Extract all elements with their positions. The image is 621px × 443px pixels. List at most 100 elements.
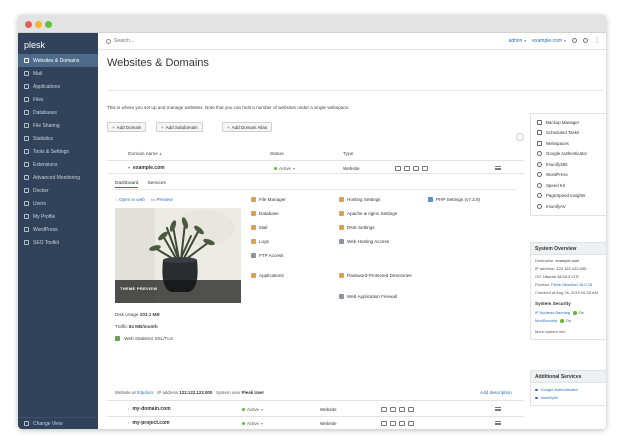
system-overview-header[interactable]: System Overview▴: [531, 243, 606, 255]
sidebar-item-tools-settings[interactable]: Tools & Settings: [18, 145, 98, 158]
sidebar-item-my-profile[interactable]: My Profile: [18, 210, 98, 223]
user-menu[interactable]: admin ▾: [509, 38, 527, 44]
sidebar-item-websites-domains[interactable]: Websites & Domains: [18, 54, 98, 67]
backup-icon[interactable]: [408, 407, 414, 412]
tool-logs[interactable]: Logs: [251, 239, 269, 245]
additional-service-item[interactable]: Google Authenticator: [531, 386, 606, 394]
tool-apache-nginx[interactable]: Apache & nginx Settings: [339, 211, 397, 217]
backup-icon[interactable]: [422, 166, 428, 171]
tool-password-protected[interactable]: Password-Protected Directories: [339, 273, 419, 279]
add-domain-button[interactable]: + Add Domain: [107, 122, 147, 132]
maximize-window-icon[interactable]: [45, 21, 52, 28]
mail-icon[interactable]: [404, 166, 410, 171]
domain-row-name[interactable]: › my-project.com: [128, 420, 170, 426]
tool-wordpress[interactable]: WordPress: [531, 170, 606, 181]
sidebar-item-mail[interactable]: Mail: [18, 67, 98, 80]
apps-icon: [24, 84, 29, 89]
tool-label: Scheduled Tasks: [546, 130, 580, 136]
mail-icon[interactable]: [390, 421, 396, 426]
web-statistics-ssl-link[interactable]: Web Statistics SSL/TLS: [115, 336, 173, 342]
sidebar-item-docker[interactable]: Docker: [18, 184, 98, 197]
tool-imunifyav[interactable]: ImunifyAV: [531, 201, 606, 212]
sidebar-item-files[interactable]: Files: [18, 93, 98, 106]
status-badge[interactable]: Active ▾: [274, 166, 295, 171]
ip-value: 122.122.122.000: [179, 390, 213, 395]
sidebar-item-users[interactable]: Users: [18, 197, 98, 210]
tool-php-settings[interactable]: PHP Settings (v7.3.8): [428, 197, 480, 203]
status-badge[interactable]: Active ▾: [242, 407, 263, 412]
tool-logs-label: Logs: [259, 239, 269, 244]
ip-banning-link[interactable]: IP Address Banning: [535, 310, 570, 315]
sidebar-nav: Websites & Domains Mail Applications Files D…: [18, 54, 98, 249]
tool-google-authenticator[interactable]: Google Authenticator: [531, 149, 606, 160]
database-icon[interactable]: [399, 421, 405, 426]
more-icon[interactable]: ⋮: [594, 37, 600, 44]
sidebar-item-statistics[interactable]: Statistics: [18, 132, 98, 145]
add-subdomain-button[interactable]: + Add Subdomain: [156, 122, 203, 132]
backup-icon[interactable]: [408, 421, 414, 426]
subscription-menu[interactable]: example.com ▾: [532, 38, 566, 44]
tab-dashboard[interactable]: Dashboard: [115, 181, 139, 188]
plus-icon: +: [227, 124, 230, 130]
open-in-web-link[interactable]: ◌ Open in web: [115, 197, 145, 203]
sidebar-item-applications[interactable]: Applications: [18, 80, 98, 93]
tool-mail[interactable]: Mail: [251, 225, 267, 231]
list-settings-gear-icon[interactable]: [516, 133, 524, 141]
tool-backup-manager[interactable]: Backup Manager: [531, 117, 606, 128]
tool-hosting-settings[interactable]: Hosting Settings: [339, 197, 380, 203]
column-type[interactable]: Type: [343, 152, 353, 157]
os-label: OS:: [535, 274, 542, 279]
additional-service-item[interactable]: ImunifyAV: [531, 394, 606, 402]
modsecurity-link[interactable]: ModSecurity: [535, 318, 557, 323]
sidebar-item-advanced-monitoring[interactable]: Advanced Monitoring: [18, 171, 98, 184]
tool-applications[interactable]: Applications: [251, 273, 284, 279]
tool-imunify360[interactable]: Imunify360: [531, 159, 606, 170]
folder-icon[interactable]: [381, 421, 387, 426]
folder-icon[interactable]: [381, 407, 387, 412]
tool-speed-kit[interactable]: Speed Kit: [531, 180, 606, 191]
mail-icon[interactable]: [390, 407, 396, 412]
product-link[interactable]: Plesk Obsidian 18.0.18: [551, 282, 592, 287]
more-system-info-link[interactable]: More system info: [531, 328, 606, 336]
database-icon[interactable]: [413, 166, 419, 171]
tool-dns-settings[interactable]: DNS Settings: [339, 225, 375, 231]
preview-link[interactable]: ▭ Preview: [151, 197, 173, 203]
sidebar-item-databases[interactable]: Databases: [18, 106, 98, 119]
folder-icon[interactable]: [395, 166, 401, 171]
tool-file-manager[interactable]: File Manager: [251, 197, 286, 203]
column-domain-name[interactable]: Domain name ▴: [128, 152, 162, 157]
sidebar-item-wordpress[interactable]: WordPress: [18, 223, 98, 236]
database-icon[interactable]: [399, 407, 405, 412]
add-description-link[interactable]: Add description: [480, 390, 512, 395]
domain-name-text: my-project.com: [132, 420, 170, 426]
tool-waf[interactable]: Web Application Firewall: [339, 294, 397, 300]
tool-scheduled-tasks[interactable]: Scheduled Tasks: [531, 128, 606, 139]
tool-webspaces[interactable]: Webspaces: [531, 138, 606, 149]
tool-database[interactable]: Database: [251, 211, 279, 217]
status-badge[interactable]: Active ▾: [242, 421, 263, 426]
sidebar-item-label: Tools & Settings: [33, 148, 69, 155]
domain-row-name[interactable]: › my-domain.com: [128, 406, 171, 412]
settings-icon[interactable]: [583, 38, 588, 43]
change-view-button[interactable]: Change View: [18, 417, 98, 429]
tab-services[interactable]: Services: [147, 181, 165, 188]
sidebar-item-seo-toolkit[interactable]: SEO Toolkit: [18, 236, 98, 249]
website-at-link[interactable]: httpdocs: [137, 390, 154, 395]
add-domain-alias-button[interactable]: + Add Domain Alias: [222, 122, 273, 132]
website-thumbnail[interactable]: THEME PREVIEW: [115, 208, 241, 303]
search-input[interactable]: [114, 38, 354, 44]
close-window-icon[interactable]: [25, 21, 32, 28]
row-menu-icon[interactable]: [495, 407, 501, 411]
column-status[interactable]: Status: [270, 152, 284, 157]
additional-services-header[interactable]: Additional Services▴: [531, 371, 606, 383]
row-menu-icon[interactable]: [495, 166, 501, 170]
tool-ftp-access[interactable]: FTP Access: [251, 253, 283, 259]
tool-web-hosting-access[interactable]: Web Hosting Access: [339, 239, 389, 245]
domain-row-name[interactable]: ▾ example.com: [128, 165, 165, 171]
sidebar-item-extensions[interactable]: Extensions: [18, 158, 98, 171]
minimize-window-icon[interactable]: [35, 21, 42, 28]
help-icon[interactable]: [572, 38, 577, 43]
row-menu-icon[interactable]: [495, 421, 501, 425]
sidebar-item-file-sharing[interactable]: File Sharing: [18, 119, 98, 132]
tool-pagespeed-insights[interactable]: PageSpeed Insights: [531, 191, 606, 202]
